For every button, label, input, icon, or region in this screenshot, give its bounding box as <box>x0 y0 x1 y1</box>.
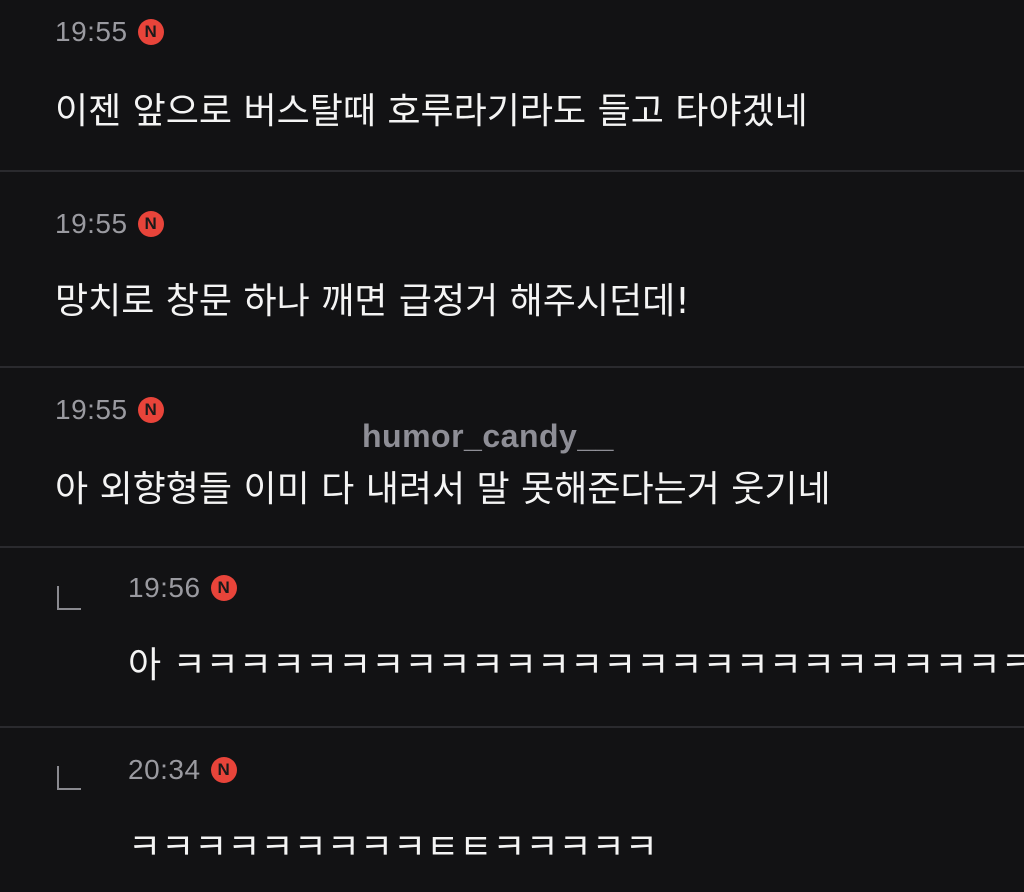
reply-arrow-icon <box>57 766 81 790</box>
comment-time: 19:55 <box>55 208 128 239</box>
comment-text: ㅋㅋㅋㅋㅋㅋㅋㅋㅋㅌㅌㅋㅋㅋㅋㅋ <box>128 827 658 868</box>
comment-time: 19:55 <box>55 394 128 425</box>
comment-1: 19:55 N 이젠 앞으로 버스탈때 호루라기라도 들고 타야겠네 <box>0 0 1024 170</box>
watermark: humor_candy__ <box>362 418 614 454</box>
comment-time: 19:55 <box>55 16 128 47</box>
comment-time: 19:56 <box>128 572 201 603</box>
comment-text: 아 외향형들 이미 다 내려서 말 못해준다는거 웃기네 <box>55 469 831 510</box>
new-badge-icon: N <box>137 397 164 423</box>
comment-text: 망치로 창문 하나 깨면 급정거 해주시던데! <box>55 281 690 322</box>
comment-meta: 19:55 N <box>55 392 164 428</box>
comment-meta: 19:55 N <box>55 206 164 242</box>
comment-meta: 19:56 N <box>128 570 237 606</box>
new-badge-icon: N <box>210 575 237 601</box>
comment-2: 19:55 N 망치로 창문 하나 깨면 급정거 해주시던데! <box>0 172 1024 366</box>
comment-meta: 20:34 N <box>128 752 237 788</box>
reply-1: 19:56 N 아 ㅋㅋㅋㅋㅋㅋㅋㅋㅋㅋㅋㅋㅋㅋㅋㅋㅋㅋㅋㅋㅋㅋㅋㅋㅋㅋㅋ <box>0 548 1024 726</box>
comment-meta: 19:55 N <box>55 14 164 50</box>
comment-text: 이젠 앞으로 버스탈때 호루라기라도 들고 타야겠네 <box>55 91 808 132</box>
comment-text: 아 ㅋㅋㅋㅋㅋㅋㅋㅋㅋㅋㅋㅋㅋㅋㅋㅋㅋㅋㅋㅋㅋㅋㅋㅋㅋㅋㅋ <box>128 645 1024 686</box>
comment-time: 20:34 <box>128 754 201 785</box>
reply-arrow-icon <box>57 586 81 610</box>
comment-3: 19:55 N 아 외향형들 이미 다 내려서 말 못해준다는거 웃기네 <box>0 368 1024 546</box>
new-badge-icon: N <box>210 757 237 783</box>
new-badge-icon: N <box>137 19 164 45</box>
new-badge-icon: N <box>137 211 164 237</box>
reply-2: 20:34 N ㅋㅋㅋㅋㅋㅋㅋㅋㅋㅌㅌㅋㅋㅋㅋㅋ <box>0 728 1024 892</box>
